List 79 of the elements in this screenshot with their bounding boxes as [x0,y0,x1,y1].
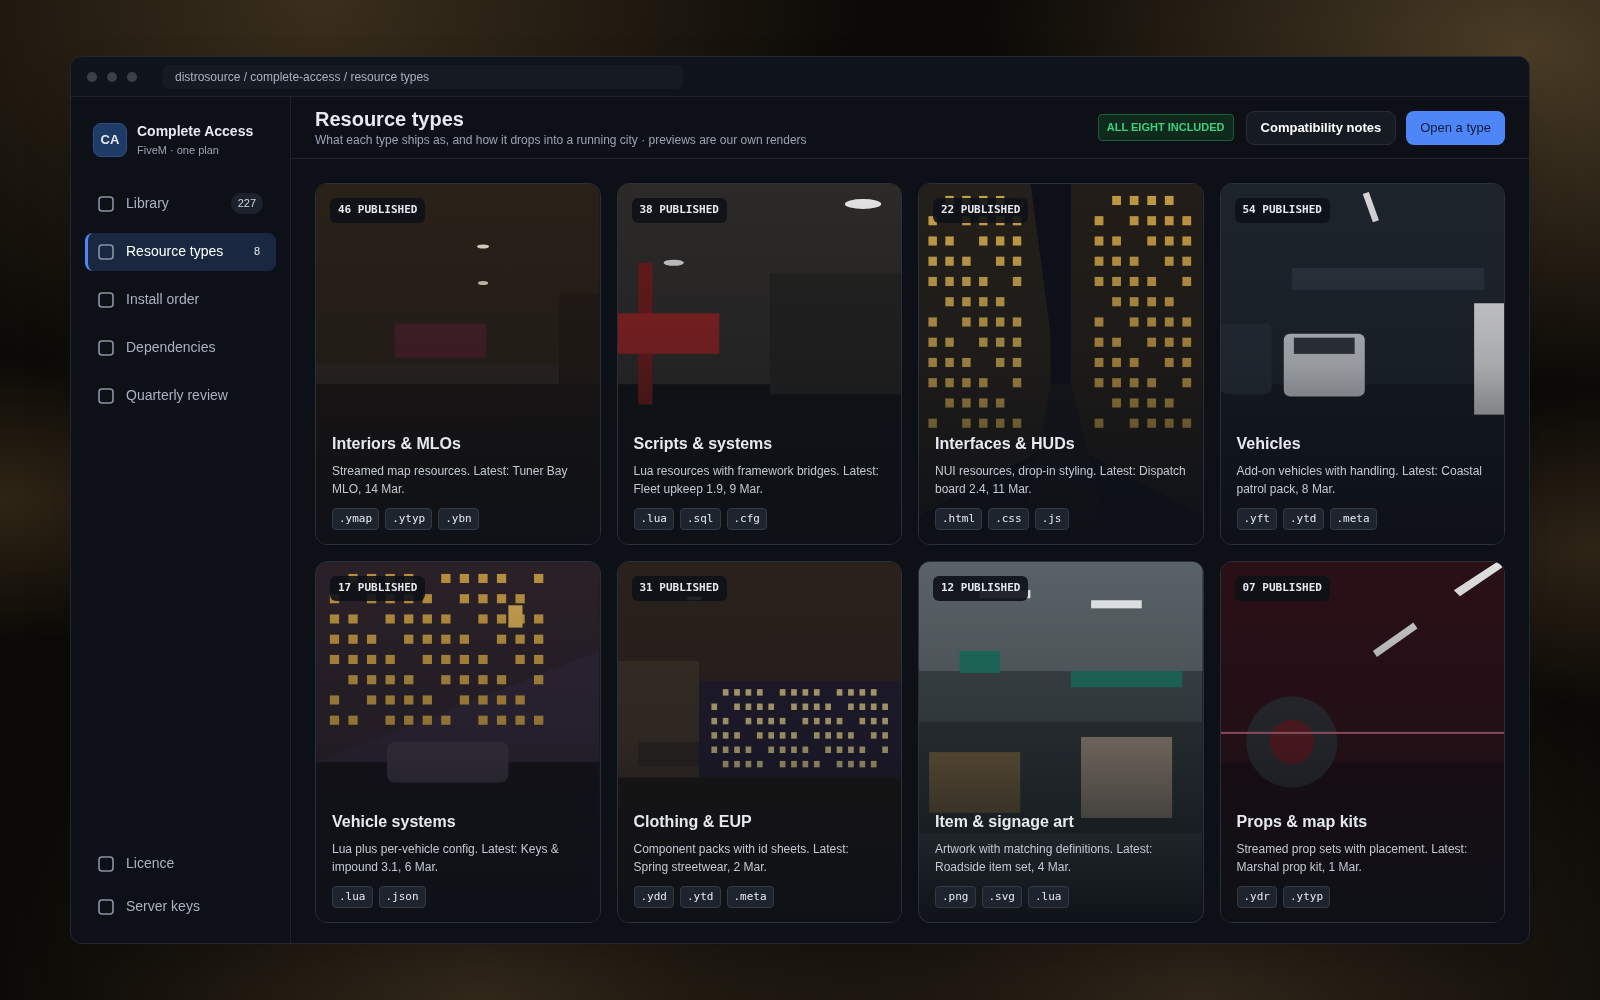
resource-card[interactable]: 54 PUBLISHED Vehicles Add-on vehicles with handling. Latest: Coastal patrol pack, 8 Mar. .yft .ytd .meta [1219,183,1505,545]
card-title: Scripts & systems [633,433,774,454]
resource-card[interactable]: 46 PUBLISHED Interiors & MLOs Streamed map resources. Latest: Tuner Bay MLO, 14 Mar. .ymap .ytyp .ybn [315,183,601,545]
nav-item[interactable]: Resource types 8 [85,232,276,271]
card-title: Vehicles [1236,433,1302,454]
resource-card[interactable]: 31 PUBLISHED Clothing & EUP Component packs with id sheets. Latest: Spring streetwear, 2 Mar. .ydd .ytd .meta [616,561,902,923]
nav-item[interactable]: Library 227 [85,184,276,223]
square-icon [98,243,114,260]
resource-card[interactable]: 12 PUBLISHED Item & signage art Artwork with matching definitions. Latest: Roadside item set, 4 Mar. .png .svg .lua [918,561,1204,923]
card-title: Vehicle systems [332,811,457,832]
brand-subtitle: FiveM · one plan [137,143,220,158]
card-description: Streamed map resources. Latest: Tuner Bay MLO, 14 Mar. [332,462,569,498]
primary-button[interactable]: Open a type [1406,110,1505,145]
nav-item[interactable]: Install order [85,280,276,319]
resource-card[interactable]: 07 PUBLISHED Props & map kits Streamed prop sets with placement. Latest: Marshal prop kit, 1 Mar. .ydr .ytyp [1219,561,1505,923]
square-icon [98,898,114,915]
count-label: 8 [252,244,261,260]
nav-label: Library [126,194,170,213]
nav-label: Dependencies [126,338,217,357]
square-icon [98,195,114,212]
count-badge: 46 PUBLISHED [330,198,426,223]
card-description: Add-on vehicles with handling. Latest: Coastal patrol pack, 8 Mar. [1236,462,1483,498]
file-tag: .ytyp [1283,885,1331,908]
nav-label: Server keys [126,897,200,916]
address-bar[interactable]: distrosource / complete-access / resource types [163,64,683,89]
card-title: Interfaces & HUDs [935,433,1076,454]
file-tag: .ymap [332,507,380,530]
count-badge: 17 PUBLISHED [330,576,426,601]
count-badge: 07 PUBLISHED [1234,576,1330,601]
square-icon [98,855,114,872]
card-description: Lua plus per-vehicle config. Latest: Keys & impound 3.1, 6 Mar. [332,840,560,876]
card-title: Clothing & EUP [633,811,753,832]
file-tag: .sql [680,507,721,530]
resource-card[interactable]: 22 PUBLISHED Interfaces & HUDs NUI resources, drop-in styling. Latest: Dispatch board 2.4, 11 Mar. .html .css .js [918,183,1204,545]
page-subtitle: What each type ships as, and how it drops into a running city · previews are our own renders [315,131,807,149]
nav-item[interactable]: Server keys [85,890,276,923]
status-badge: ALL EIGHT INCLUDED [1097,114,1234,141]
nav-label: Licence [126,854,175,873]
secondary-button[interactable]: Compatibility notes [1245,110,1397,145]
file-tag: .ytd [680,885,721,908]
window-control[interactable] [127,71,137,82]
count-badge: 22 PUBLISHED [933,198,1029,223]
card-description: Streamed prop sets with placement. Latest: Marshal prop kit, 1 Mar. [1236,840,1469,876]
brand-logo: CA [93,122,127,157]
file-tag: .lua [332,885,373,908]
square-icon [98,339,114,356]
card-title: Item & signage art [935,811,1075,832]
card-description: Artwork with matching definitions. Latest: Roadside item set, 4 Mar. [935,840,1154,876]
nav-label: Install order [126,290,201,309]
nav-item[interactable]: Dependencies [85,328,276,367]
nav-item[interactable]: Quarterly review [85,376,276,415]
card-description: Lua resources with framework bridges. Latest: Fleet upkeep 1.9, 9 Mar. [633,462,880,498]
brand-name: Complete Access [137,122,254,141]
nav-label: Resource types [126,242,225,261]
file-tag: .ytyp [385,507,433,530]
resource-card[interactable]: 38 PUBLISHED Scripts & systems Lua resources with framework bridges. Latest: Fleet upkeep 1.9, 9 Mar. .lua .sql .cfg [616,183,902,545]
window-control[interactable] [87,71,97,82]
file-tag: .lua [1028,885,1069,908]
file-tag: .ybn [438,507,479,530]
nav-item[interactable]: Licence [85,847,276,880]
square-icon [98,387,114,404]
card-title: Props & map kits [1236,811,1369,832]
resource-card[interactable]: 17 PUBLISHED Vehicle systems Lua plus per-vehicle config. Latest: Keys & impound 3.1, 6 Mar. .lua .json [315,561,601,923]
page-title: Resource types [315,106,465,131]
count-badge: 31 PUBLISHED [631,576,727,601]
count-badge: 12 PUBLISHED [933,576,1029,601]
count-badge: 38 PUBLISHED [631,198,727,223]
count-badge: 54 PUBLISHED [1234,198,1330,223]
card-description: Component packs with id sheets. Latest: Spring streetwear, 2 Mar. [633,840,850,876]
window-control[interactable] [107,71,117,82]
nav-label: Quarterly review [126,386,229,405]
card-description: NUI resources, drop-in styling. Latest: Dispatch board 2.4, 11 Mar. [935,462,1187,498]
square-icon [98,291,114,308]
count-badge: 227 [230,193,263,214]
card-title: Interiors & MLOs [332,433,462,454]
file-tag: .css [988,507,1029,530]
file-tag: .png [935,885,976,908]
file-tag: .html [935,507,983,530]
file-tag: .ytd [1283,507,1324,530]
